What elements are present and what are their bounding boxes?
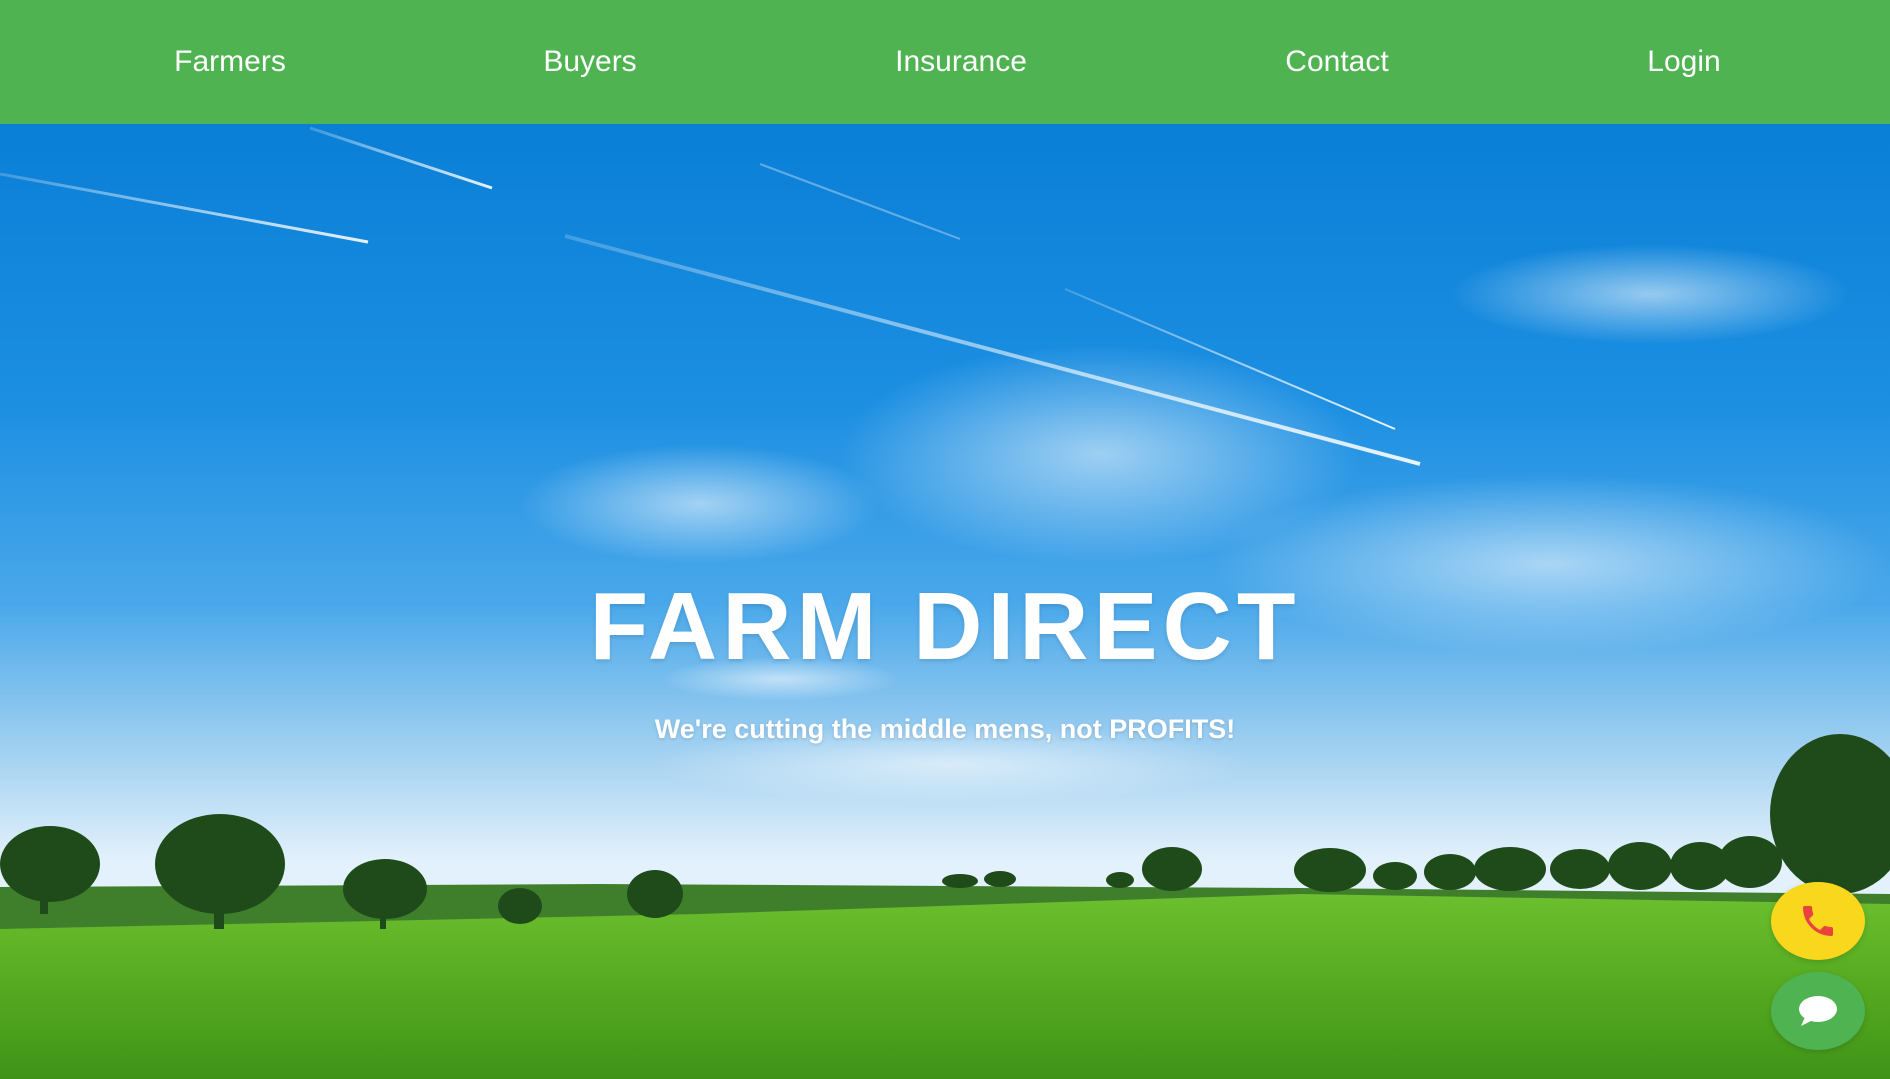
- chat-button[interactable]: [1771, 972, 1865, 1050]
- chat-bubble-icon: [1799, 996, 1837, 1026]
- nav-link-login[interactable]: Login: [1647, 0, 1720, 124]
- top-navigation-bar: Farmers Buyers Insurance Contact Login: [0, 0, 1890, 124]
- phone-icon: [1803, 906, 1833, 936]
- hero-title: FARM DIRECT: [589, 573, 1301, 680]
- nav-link-buyers[interactable]: Buyers: [543, 0, 636, 124]
- nav-link-farmers[interactable]: Farmers: [174, 0, 286, 124]
- hero-section: FARM DIRECT We're cutting the middle men…: [0, 124, 1890, 1079]
- call-button[interactable]: [1771, 882, 1865, 960]
- landing-page: Farmers Buyers Insurance Contact Login F…: [0, 0, 1890, 1079]
- nav-link-insurance[interactable]: Insurance: [895, 0, 1027, 124]
- hero-subtitle: We're cutting the middle mens, not PROFI…: [654, 714, 1236, 744]
- nav-link-contact[interactable]: Contact: [1285, 0, 1388, 124]
